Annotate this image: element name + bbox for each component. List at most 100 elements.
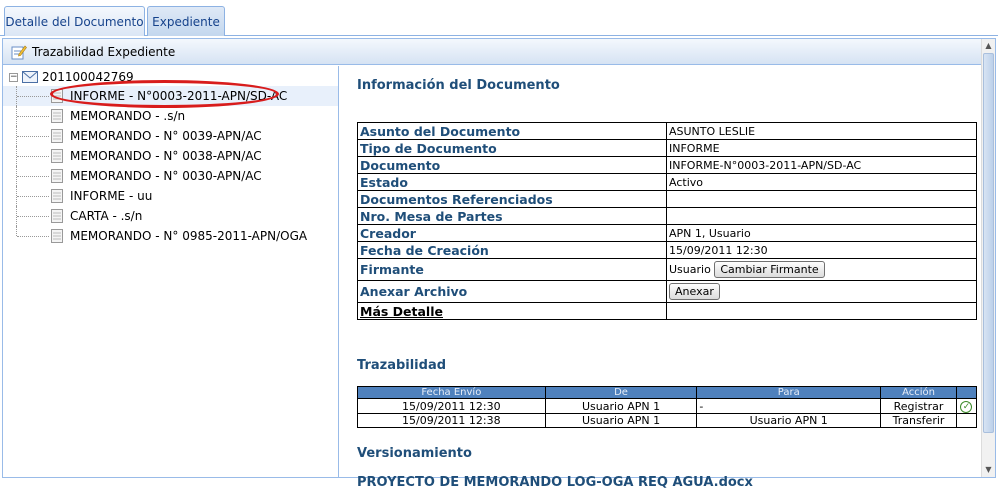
- table-row: 15/09/2011 12:30 Usuario APN 1 - Registr…: [357, 398, 978, 414]
- document-icon: [51, 229, 63, 243]
- version-file-link[interactable]: PROYECTO DE MEMORANDO LOG-OGA REQ AGUA.d…: [357, 475, 753, 490]
- panel-title: Trazabilidad Expediente: [32, 44, 176, 59]
- check-circle-icon: ✓: [960, 401, 973, 413]
- collapse-icon[interactable]: −: [9, 72, 18, 82]
- info-key: Documentos Referenciados: [357, 190, 667, 208]
- envelope-icon: [22, 71, 38, 83]
- trazabilidad-title: Trazabilidad: [357, 358, 447, 373]
- accion-cell: Registrar: [880, 398, 957, 414]
- table-row: Estado Activo: [357, 173, 977, 191]
- info-key: Tipo de Documento: [357, 139, 667, 157]
- table-row: Documentos Referenciados: [357, 190, 977, 208]
- trazabilidad-table: Fecha Envío De Para Acción 15/09/2011 12…: [357, 386, 978, 428]
- column-header: Acción: [880, 386, 957, 399]
- mas-detalle-link[interactable]: Más Detalle: [357, 302, 667, 320]
- tab-detalle-documento[interactable]: Detalle del Documento: [4, 6, 145, 36]
- info-value: [666, 302, 977, 320]
- para-cell: Usuario APN 1: [696, 413, 882, 428]
- status-cell: ✓: [955, 398, 978, 414]
- column-header: De: [544, 386, 698, 399]
- table-header: Fecha Envío De Para Acción: [357, 386, 978, 399]
- column-header: Fecha Envío: [357, 386, 546, 399]
- table-row: Nro. Mesa de Partes: [357, 207, 977, 225]
- firmante-cell: Usuario Cambiar Firmante: [666, 258, 977, 281]
- document-tree: − 201100042769 INFORME - N°0003-2011-APN…: [3, 66, 339, 477]
- info-key: Nro. Mesa de Partes: [357, 207, 667, 225]
- scroll-thumb[interactable]: [983, 53, 994, 433]
- table-row: Asunto del Documento ASUNTO LESLIE: [357, 122, 977, 140]
- tree-item-label: MEMORANDO - N° 0985-2011-APN/OGA: [70, 229, 308, 243]
- tree-item[interactable]: MEMORANDO - N° 0985-2011-APN/OGA: [3, 226, 338, 246]
- vertical-scrollbar[interactable]: ▲ ▼: [981, 39, 995, 477]
- info-section-title: Información del Documento: [357, 78, 560, 93]
- expediente-panel: Trazabilidad Expediente − 201100042769 I…: [2, 38, 996, 490]
- expediente-number: 201100042769: [42, 70, 134, 84]
- tree-item-label: MEMORANDO - N° 0038-APN/AC: [70, 149, 262, 163]
- tree-item-label: CARTA - .s/n: [70, 209, 143, 223]
- para-cell: -: [696, 398, 882, 414]
- tree-item-label: MEMORANDO - .s/n: [70, 109, 186, 123]
- panel-header: Trazabilidad Expediente: [3, 39, 983, 65]
- scroll-up-icon[interactable]: ▲: [982, 39, 995, 53]
- info-value: [666, 207, 977, 225]
- document-icon: [51, 189, 63, 203]
- tree-item-label: INFORME - N°0003-2011-APN/SD-AC: [70, 89, 288, 103]
- document-icon: [51, 209, 63, 223]
- tree-item[interactable]: INFORME - uu: [3, 186, 338, 206]
- cambiar-firmante-button[interactable]: Cambiar Firmante: [714, 261, 825, 278]
- info-table: Asunto del Documento ASUNTO LESLIE Tipo d…: [357, 122, 977, 320]
- status-cell: [955, 413, 978, 428]
- tree-item-label: MEMORANDO - N° 0030-APN/AC: [70, 169, 262, 183]
- info-key: Estado: [357, 173, 667, 191]
- tree-item[interactable]: MEMORANDO - .s/n: [3, 106, 338, 126]
- firmante-value: Usuario: [669, 263, 711, 276]
- tree-item-label: INFORME - uu: [70, 189, 153, 203]
- column-header: [955, 386, 978, 399]
- info-value: Activo: [666, 173, 977, 191]
- document-icon: [51, 109, 63, 123]
- table-row: Anexar Archivo Anexar: [357, 280, 977, 303]
- table-row: Fecha de Creación 15/09/2011 12:30: [357, 241, 977, 259]
- info-value: APN 1, Usuario: [666, 224, 977, 242]
- table-row: 15/09/2011 12:38 Usuario APN 1 Usuario A…: [357, 413, 978, 428]
- tab-bar: Detalle del Documento Expediente: [0, 0, 998, 36]
- table-row: Firmante Usuario Cambiar Firmante: [357, 258, 977, 281]
- document-icon: [51, 169, 63, 183]
- de-cell: Usuario APN 1: [544, 398, 698, 414]
- fecha-cell: 15/09/2011 12:30: [357, 398, 546, 414]
- tree-item[interactable]: INFORME - N°0003-2011-APN/SD-AC: [3, 86, 338, 106]
- accion-cell: Transferir: [880, 413, 957, 428]
- info-value: [666, 190, 977, 208]
- fecha-cell: 15/09/2011 12:38: [357, 413, 546, 428]
- info-key: Anexar Archivo: [357, 280, 667, 303]
- tree-item[interactable]: MEMORANDO - N° 0030-APN/AC: [3, 166, 338, 186]
- tree-item[interactable]: CARTA - .s/n: [3, 206, 338, 226]
- document-icon: [51, 129, 63, 143]
- edit-note-icon: [11, 45, 27, 59]
- document-icon: [51, 89, 63, 103]
- info-value: INFORME-N°0003-2011-APN/SD-AC: [666, 156, 977, 174]
- tab-expediente[interactable]: Expediente: [147, 6, 225, 36]
- tree-root[interactable]: − 201100042769: [9, 68, 134, 86]
- info-value: INFORME: [666, 139, 977, 157]
- document-icon: [51, 149, 63, 163]
- tree-item[interactable]: MEMORANDO - N° 0039-APN/AC: [3, 126, 338, 146]
- versionamiento-title: Versionamiento: [357, 446, 472, 461]
- tree-item-label: MEMORANDO - N° 0039-APN/AC: [70, 129, 262, 143]
- info-key: Creador: [357, 224, 667, 242]
- anexar-button[interactable]: Anexar: [669, 283, 720, 300]
- table-row: Más Detalle: [357, 302, 977, 320]
- anexar-cell: Anexar: [666, 280, 977, 303]
- table-row: Creador APN 1, Usuario: [357, 224, 977, 242]
- table-row: Documento INFORME-N°0003-2011-APN/SD-AC: [357, 156, 977, 174]
- table-row: Tipo de Documento INFORME: [357, 139, 977, 157]
- info-value: 15/09/2011 12:30: [666, 241, 977, 259]
- info-key: Fecha de Creación: [357, 241, 667, 259]
- info-key: Firmante: [357, 258, 667, 281]
- de-cell: Usuario APN 1: [544, 413, 698, 428]
- info-key: Asunto del Documento: [357, 122, 667, 140]
- scroll-down-icon[interactable]: ▼: [982, 463, 995, 477]
- info-key: Documento: [357, 156, 667, 174]
- column-header: Para: [696, 386, 882, 399]
- tree-item[interactable]: MEMORANDO - N° 0038-APN/AC: [3, 146, 338, 166]
